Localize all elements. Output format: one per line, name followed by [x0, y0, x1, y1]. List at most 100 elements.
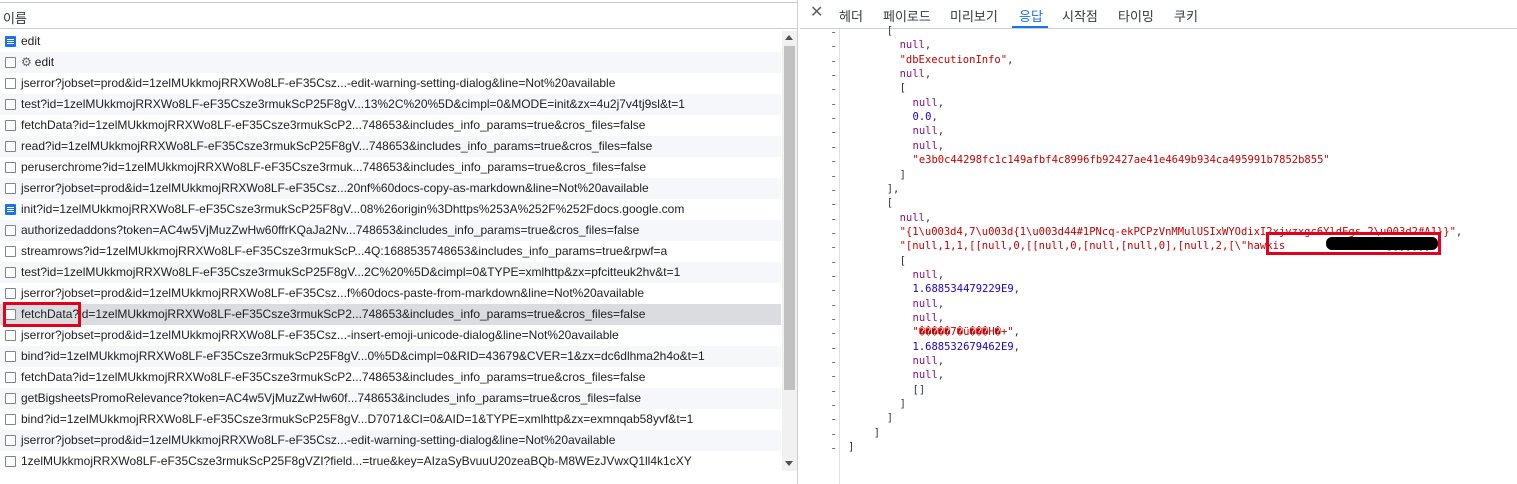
- request-row[interactable]: fetchData?id=1zelMUkkmojRRXWo8LF-eF35Csz…: [0, 304, 781, 325]
- request-name: jserror?jobset=prod&id=1zelMUkkmojRRXWo8…: [21, 76, 616, 90]
- request-row[interactable]: jserror?jobset=prod&id=1zelMUkkmojRRXWo8…: [0, 283, 781, 304]
- response-line: null,: [900, 211, 932, 225]
- request-row[interactable]: test?id=1zelMUkkmojRRXWo8LF-eF35Csze3rmu…: [0, 262, 781, 283]
- request-row[interactable]: read?id=1zelMUkkmojRRXWo8LF-eF35Csze3rmu…: [0, 136, 781, 157]
- code-token: ,: [937, 369, 945, 382]
- request-row[interactable]: jserror?jobset=prod&id=1zelMUkkmojRRXWo8…: [0, 178, 781, 199]
- request-name: fetchData?id=1zelMUkkmojRRXWo8LF-eF35Csz…: [21, 370, 646, 384]
- code-token: ,: [1013, 340, 1020, 353]
- request-row[interactable]: bind?id=1zelMUkkmojRRXWo8LF-eF35Csze3rmu…: [0, 346, 781, 367]
- tab-1[interactable]: 페이로드: [883, 6, 931, 25]
- response-line: null,: [900, 38, 932, 52]
- network-request-list-panel: 이름 edit ⚙ edit jserror?jobset=prod&id=1zelM…: [0, 0, 798, 484]
- request-row[interactable]: fetchData?id=1zelMUkkmojRRXWo8LF-eF35Csz…: [0, 115, 781, 136]
- gutter-mark: -: [830, 426, 838, 441]
- tab-6[interactable]: 쿠키: [1174, 6, 1198, 25]
- gutter-mark: -: [830, 283, 838, 298]
- request-name: read?id=1zelMUkkmojRRXWo8LF-eF35Csze3rmu…: [21, 139, 653, 153]
- gutter-mark: -: [830, 168, 838, 183]
- scroll-down-arrow-icon[interactable]: [785, 461, 793, 466]
- file-icon: [5, 372, 16, 383]
- code-token: null: [899, 211, 925, 224]
- gutter-mark: -: [830, 340, 838, 355]
- scrollbar-thumb[interactable]: [784, 46, 795, 390]
- response-line: ]: [874, 426, 880, 440]
- gutter-mark: -: [830, 355, 838, 370]
- code-token: ]: [886, 412, 894, 425]
- request-name: jserror?jobset=prod&id=1zelMUkkmojRRXWo8…: [21, 433, 616, 447]
- code-token: 0.0: [912, 111, 932, 124]
- gutter-mark: -: [830, 25, 838, 39]
- request-row[interactable]: 1zelMUkkmojRRXWo8LF-eF35Csze3rmukScP25F8…: [0, 451, 781, 472]
- response-line: null,: [913, 368, 945, 382]
- name-column-header[interactable]: 이름: [0, 2, 797, 29]
- response-line: ],: [887, 182, 900, 196]
- request-row[interactable]: test?id=1zelMUkkmojRRXWo8LF-eF35Csze3rmu…: [0, 94, 781, 115]
- file-icon: [5, 141, 16, 152]
- tab-0[interactable]: 헤더: [839, 6, 863, 25]
- code-token: ,: [1013, 283, 1020, 296]
- code-token: "dbExecutionInfo": [899, 53, 1008, 66]
- code-token: ,: [924, 39, 932, 52]
- response-line: null,: [913, 124, 945, 138]
- active-tab-indicator: [1012, 26, 1048, 28]
- request-row[interactable]: ⚙ edit: [0, 52, 781, 73]
- request-name: bind?id=1zelMUkkmojRRXWo8LF-eF35Csze3rmu…: [21, 412, 694, 426]
- gutter-mark: -: [830, 383, 838, 398]
- code-token: null: [899, 39, 925, 52]
- code-token: ,: [937, 297, 945, 310]
- response-line: 1.688534479229E9,: [913, 282, 1020, 296]
- gutter-mark: -: [830, 125, 838, 140]
- gutter-mark: -: [830, 254, 838, 269]
- tab-2[interactable]: 미리보기: [950, 6, 998, 25]
- document-icon: [5, 36, 16, 47]
- request-name: 1zelMUkkmojRRXWo8LF-eF35Csze3rmukScP25F8…: [21, 454, 692, 468]
- request-row[interactable]: jserror?jobset=prod&id=1zelMUkkmojRRXWo8…: [0, 325, 781, 346]
- response-line: null,: [913, 297, 945, 311]
- code-token: ,: [937, 125, 945, 138]
- response-line: null,: [913, 268, 945, 282]
- gutter-mark: -: [830, 182, 838, 197]
- request-row[interactable]: getBigsheetsPromoRelevance?token=AC4w5Vj…: [0, 388, 781, 409]
- response-line: ]: [900, 168, 906, 182]
- request-row[interactable]: init?id=1zelMUkkmojRRXWo8LF-eF35Csze3rmu…: [0, 199, 781, 220]
- gutter-mark: -: [830, 111, 838, 126]
- code-token: null: [912, 355, 938, 368]
- request-name: edit: [34, 55, 55, 69]
- gutter-mark: -: [830, 225, 838, 240]
- gutter-mark: -: [830, 68, 838, 83]
- request-name: test?id=1zelMUkkmojRRXWo8LF-eF35Csze3rmu…: [21, 265, 681, 279]
- response-line: [: [887, 196, 893, 210]
- request-row[interactable]: jserror?jobset=prod&id=1zelMUkkmojRRXWo8…: [0, 430, 781, 451]
- code-token: ,: [937, 355, 945, 368]
- code-token: [: [886, 25, 894, 37]
- file-icon: [5, 414, 16, 425]
- request-row[interactable]: peruserchrome?id=1zelMUkkmojRRXWo8LF-eF3…: [0, 157, 781, 178]
- code-token: ]: [873, 426, 881, 439]
- request-row[interactable]: edit: [0, 31, 781, 52]
- file-icon: [5, 99, 16, 110]
- tab-4[interactable]: 시작점: [1062, 6, 1098, 25]
- gutter-mark: -: [830, 326, 838, 341]
- scroll-up-arrow-icon[interactable]: [785, 35, 793, 40]
- file-icon: [5, 393, 16, 404]
- response-line: null,: [913, 354, 945, 368]
- code-token: "�����7�ü���H�+": [912, 326, 1014, 339]
- tab-5[interactable]: 타이밍: [1118, 6, 1154, 25]
- request-row[interactable]: authorizedaddons?token=AC4w5VjMuzZwHw60f…: [0, 220, 781, 241]
- response-line: 1.688532679462E9,: [913, 340, 1020, 354]
- code-token: null: [912, 139, 938, 152]
- code-token: ,: [937, 96, 945, 109]
- code-token: []: [912, 383, 926, 396]
- request-row[interactable]: fetchData?id=1zelMUkkmojRRXWo8LF-eF35Csz…: [0, 367, 781, 388]
- request-row[interactable]: streamrows?id=1zelMUkkmojRRXWo8LF-eF35Cs…: [0, 241, 781, 262]
- file-icon: [5, 456, 16, 467]
- response-line: [: [900, 81, 906, 95]
- request-row[interactable]: bind?id=1zelMUkkmojRRXWo8LF-eF35Csze3rmu…: [0, 409, 781, 430]
- close-icon[interactable]: ✕: [810, 4, 823, 22]
- gutter-mark: -: [830, 96, 838, 111]
- request-row[interactable]: jserror?jobset=prod&id=1zelMUkkmojRRXWo8…: [0, 73, 781, 94]
- request-name: getBigsheetsPromoRelevance?token=AC4w5Vj…: [21, 391, 642, 405]
- tab-3[interactable]: 응답: [1019, 6, 1043, 25]
- file-icon: [5, 330, 16, 341]
